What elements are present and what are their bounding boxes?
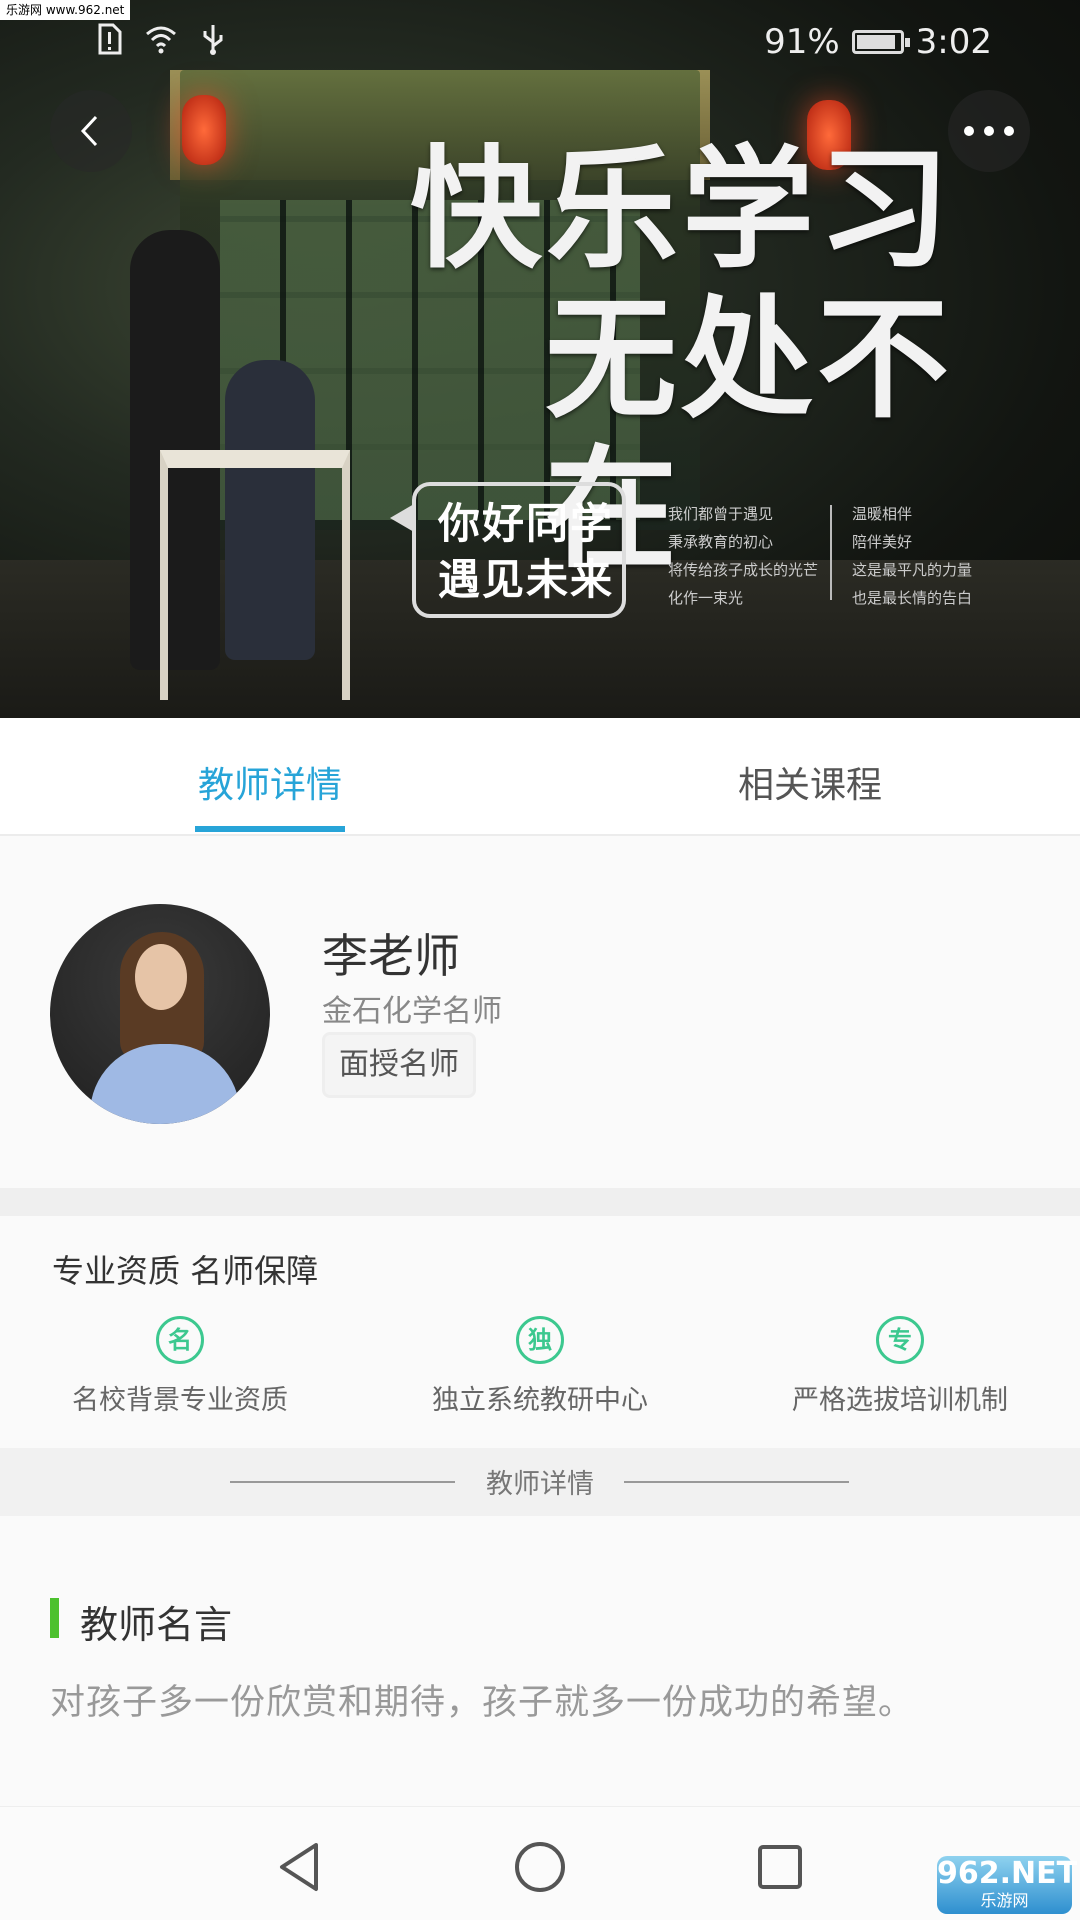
battery-icon	[851, 30, 910, 54]
famous-school-icon: 名	[156, 1316, 204, 1364]
back-button[interactable]	[50, 90, 132, 172]
qualification-label: 严格选拔培训机制	[792, 1385, 1008, 1416]
nav-home-icon[interactable]	[510, 1837, 570, 1897]
tab-related-courses[interactable]: 相关课程	[738, 756, 882, 808]
system-nav-bar: 962.NET 乐游网	[0, 1806, 1080, 1920]
motto-title: 教师名言	[80, 1603, 233, 1647]
qualifications-heading: 专业资质 名师保障	[52, 1252, 319, 1290]
hero-caption-right: 温暖相伴 陪伴美好 这是最平凡的力量 也是最长情的告白	[852, 505, 973, 607]
motto-accent-bar	[50, 1598, 59, 1638]
motto-text: 对孩子多一份欣赏和期待，孩子就多一份成功的希望。	[50, 1683, 915, 1723]
wifi-icon	[146, 26, 176, 54]
more-button[interactable]	[948, 90, 1030, 172]
tab-bar: 教师详情 相关课程	[0, 718, 1080, 836]
section-separator: 教师详情	[0, 1448, 1080, 1516]
tab-active-indicator	[195, 826, 345, 832]
qualification-item: 独 独立系统教研中心	[375, 1316, 705, 1417]
sim-alert-icon	[98, 23, 122, 55]
section-gap	[0, 1188, 1080, 1216]
hero-banner: 快乐学习 无处不在 你好同学 遇见未来 我们都曾于遇见 秉承教育的初心 将传给孩…	[0, 0, 1080, 718]
qualification-item: 专 严格选拔培训机制	[735, 1316, 1065, 1417]
professional-icon: 专	[876, 1316, 924, 1364]
teacher-profile: 李老师 金石化学名师 面授名师	[0, 836, 1080, 1188]
logo-sub-text: 乐游网	[980, 1891, 1029, 1910]
teacher-badge: 面授名师	[322, 1032, 476, 1098]
hero-title-line1: 快乐学习	[410, 133, 954, 287]
hero-caption-divider	[830, 505, 832, 600]
usb-icon	[203, 25, 223, 55]
teacher-name: 李老师	[322, 929, 460, 983]
independent-icon: 独	[516, 1316, 564, 1364]
teacher-title: 金石化学名师	[322, 994, 502, 1029]
separator-line-right	[624, 1481, 849, 1483]
lantern-left	[182, 95, 226, 165]
bubble-line2: 遇见未来	[438, 555, 615, 604]
qualification-item: 名 名校背景专业资质	[15, 1316, 345, 1417]
qualification-label: 独立系统教研中心	[432, 1385, 648, 1416]
separator-label: 教师详情	[486, 1469, 594, 1500]
status-bar: 91% 3:02	[0, 0, 1080, 80]
nav-recents-icon[interactable]	[750, 1837, 810, 1897]
more-dots-icon	[964, 126, 1014, 136]
tab-teacher-details[interactable]: 教师详情	[198, 756, 342, 808]
site-watermark: 乐游网 www.962.net	[0, 0, 131, 20]
bubble-line1: 你好同学	[438, 499, 615, 548]
hero-desk	[160, 450, 350, 700]
hero-speech-bubble: 你好同学 遇见未来	[390, 482, 626, 618]
logo-main-text: 962.NET	[937, 1856, 1078, 1891]
clock: 3:02	[915, 22, 992, 62]
back-arrow-icon	[80, 115, 98, 147]
qualifications-section: 专业资质 名师保障 名 名校背景专业资质 独 独立系统教研中心 专 严格选拔培训…	[0, 1216, 1080, 1448]
nav-back-icon[interactable]	[270, 1837, 330, 1897]
hero-caption-left: 我们都曾于遇见 秉承教育的初心 将传给孩子成长的光芒 化作一束光	[668, 505, 819, 607]
qualification-label: 名校背景专业资质	[72, 1385, 288, 1416]
battery-percent: 91%	[764, 22, 840, 62]
motto-section: 教师名言 对孩子多一份欣赏和期待，孩子就多一份成功的希望。	[0, 1516, 1080, 1806]
teacher-avatar	[50, 904, 270, 1124]
site-logo-watermark: 962.NET 乐游网	[937, 1856, 1077, 1914]
